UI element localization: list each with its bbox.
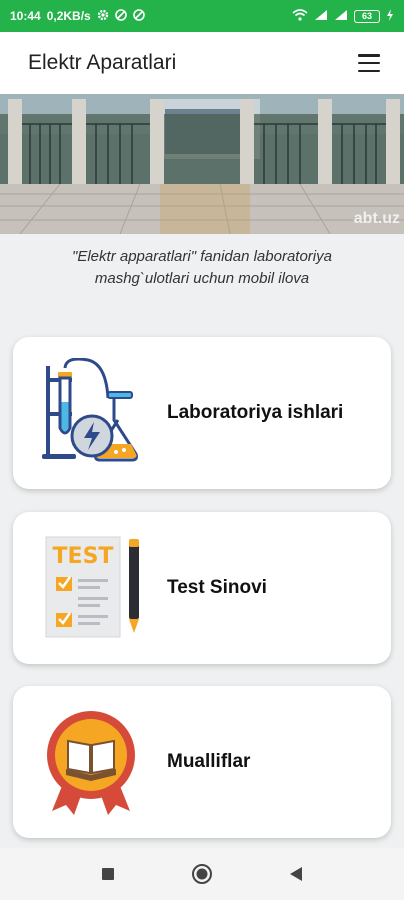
app-title: Elektr Aparatlari <box>28 51 177 74</box>
notification-icon <box>114 8 127 24</box>
status-bar: 10:44 0,2KB/s 63 <box>0 0 404 32</box>
back-icon[interactable] <box>284 862 308 886</box>
laboratory-works-label: Laboratoriya ishlari <box>167 402 344 423</box>
book-badge-icon <box>31 702 151 822</box>
home-icon[interactable] <box>190 862 214 886</box>
test-card[interactable]: TEST Test Sinovi <box>13 512 391 664</box>
banner-image: abt.uz <box>0 94 404 234</box>
status-time: 10:44 <box>10 9 41 23</box>
notification-icon-2 <box>132 8 145 24</box>
recent-apps-icon[interactable] <box>96 862 120 886</box>
system-navigation-bar <box>0 848 404 900</box>
svg-text:TEST: TEST <box>53 544 114 569</box>
laboratory-flask-icon <box>31 353 151 473</box>
app-bar: Elektr Aparatlari <box>0 32 404 94</box>
status-net-speed: 0,2KB/s <box>46 9 91 23</box>
settings-gear-icon <box>97 9 109 24</box>
app-subtitle: "Elektr apparatlari" fanidan laboratoriy… <box>72 248 332 287</box>
signal-icon <box>314 9 328 24</box>
charging-icon <box>386 8 394 24</box>
laboratory-works-card[interactable]: Laboratoriya ishlari <box>13 337 391 489</box>
test-checklist-icon: TEST <box>31 528 151 648</box>
banner-watermark: abt.uz <box>353 210 400 227</box>
battery-indicator: 63 <box>354 9 380 23</box>
wifi-icon <box>292 8 308 24</box>
authors-card[interactable]: Mualliflar <box>13 686 391 838</box>
test-label: Test Sinovi <box>167 577 267 598</box>
hamburger-menu-icon[interactable] <box>358 54 380 72</box>
authors-label: Mualliflar <box>167 751 251 772</box>
signal-icon-2 <box>334 9 348 24</box>
